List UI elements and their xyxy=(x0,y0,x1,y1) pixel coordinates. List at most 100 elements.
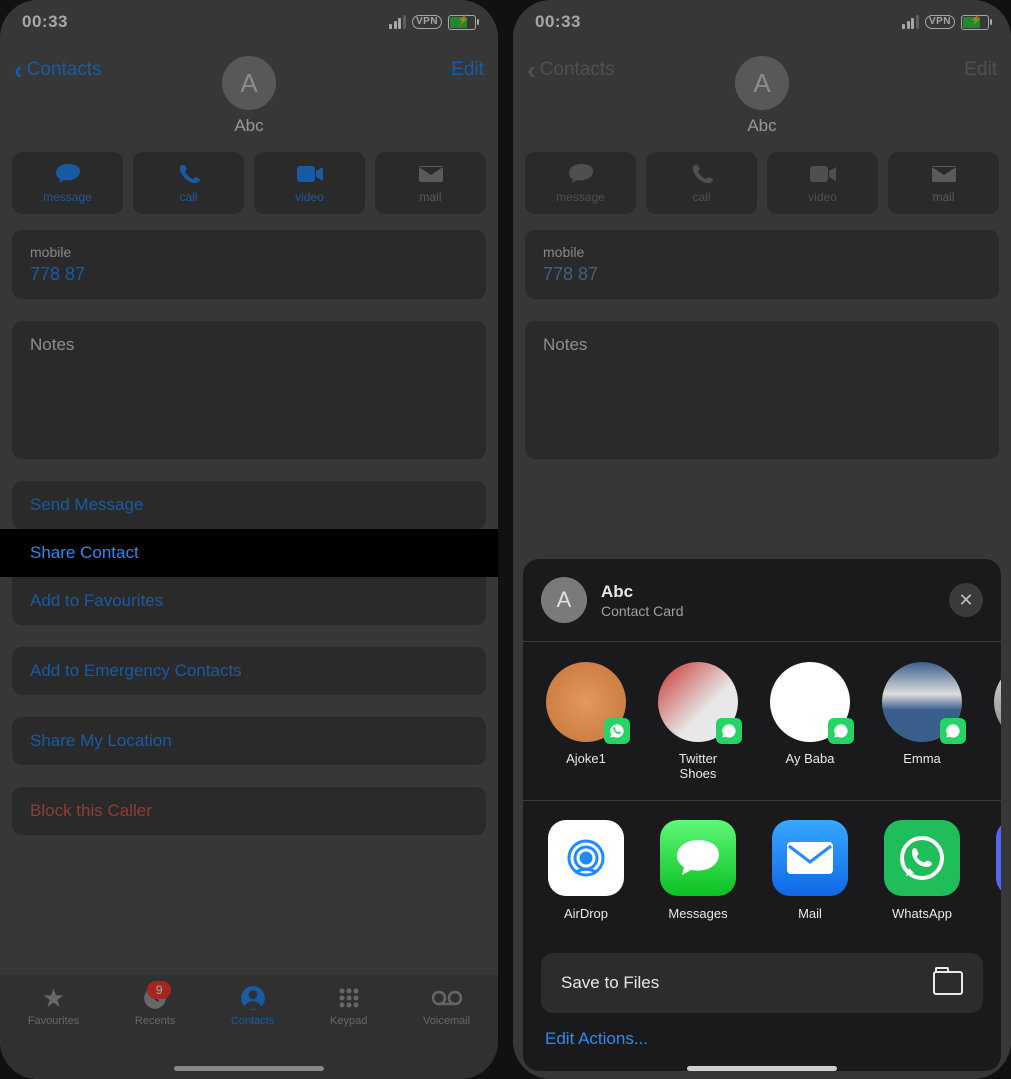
share-sheet-header: A Abc Contact Card ✕ xyxy=(523,559,1001,641)
share-person[interactable]: Ajoke1 xyxy=(545,662,627,782)
share-actions: Save to Files Edit Actions... xyxy=(523,939,1001,1071)
person-avatar xyxy=(658,662,738,742)
tab-recents[interactable]: 9 Recents xyxy=(135,985,175,1027)
battery-icon: ⚡ xyxy=(961,15,989,30)
person-circle-icon xyxy=(240,985,266,1011)
send-message-row[interactable]: Send Message xyxy=(12,481,486,529)
status-time: 00:33 xyxy=(22,12,68,32)
call-pill[interactable]: call xyxy=(133,152,244,214)
contact-avatar: A xyxy=(222,56,276,110)
share-people-row[interactable]: Ajoke1 Twitter Shoes Ay Baba Emma E A xyxy=(523,642,1001,800)
video-pill[interactable]: video xyxy=(254,152,365,214)
message-pill: message xyxy=(525,152,636,214)
actions-group-1b: Add to Favourites xyxy=(12,577,486,625)
share-person[interactable]: Twitter Shoes xyxy=(657,662,739,782)
share-app-messages[interactable]: Messages xyxy=(657,820,739,921)
edit-button[interactable]: Edit xyxy=(451,59,484,81)
folder-icon xyxy=(933,971,963,995)
recents-badge: 9 xyxy=(147,981,171,999)
phone-icon xyxy=(178,162,200,186)
share-apps-row[interactable]: AirDrop Messages Mail xyxy=(523,800,1001,939)
phone-type-label: mobile xyxy=(30,244,468,260)
back-button[interactable]: ‹ Contacts xyxy=(14,59,102,81)
battery-icon: ⚡ xyxy=(448,15,476,30)
status-time: 00:33 xyxy=(535,12,581,32)
phone-number-value: 778 87 xyxy=(543,264,981,285)
whatsapp-badge-icon xyxy=(604,718,630,744)
share-person[interactable]: Emma xyxy=(881,662,963,782)
notes-label: Notes xyxy=(525,321,999,459)
cellular-signal-icon xyxy=(389,15,406,29)
airdrop-icon xyxy=(548,820,624,896)
video-pill: video xyxy=(767,152,878,214)
notes-card: Notes xyxy=(525,321,999,459)
block-caller-row[interactable]: Block this Caller xyxy=(12,787,486,835)
voicemail-icon xyxy=(432,985,462,1011)
home-indicator[interactable] xyxy=(687,1066,837,1071)
save-to-files-row[interactable]: Save to Files xyxy=(541,953,983,1013)
tab-bar: ★ Favourites 9 Recents Contacts xyxy=(0,975,498,1079)
contact-name: Abc xyxy=(0,116,498,136)
whatsapp-badge-icon xyxy=(828,718,854,744)
vpn-badge-icon: VPN xyxy=(925,15,955,29)
tab-keypad[interactable]: Keypad xyxy=(330,985,367,1027)
share-person[interactable]: E A xyxy=(993,662,1001,782)
action-pills: message call video mail xyxy=(513,136,1011,230)
phone-number-card: mobile 778 87 xyxy=(525,230,999,299)
share-contact-row[interactable]: Share Contact xyxy=(0,529,498,577)
actions-group-3: Share My Location xyxy=(12,717,486,765)
person-avatar xyxy=(882,662,962,742)
whatsapp-badge-icon xyxy=(940,718,966,744)
add-to-emergency-row[interactable]: Add to Emergency Contacts xyxy=(12,647,486,695)
home-indicator[interactable] xyxy=(174,1066,324,1071)
status-bar: 00:33 VPN ⚡ xyxy=(513,0,1011,44)
vpn-badge-icon: VPN xyxy=(412,15,442,29)
keypad-icon xyxy=(337,985,361,1011)
person-avatar xyxy=(546,662,626,742)
call-pill: call xyxy=(646,152,757,214)
envelope-icon xyxy=(418,162,444,186)
share-app-airdrop[interactable]: AirDrop xyxy=(545,820,627,921)
video-camera-icon xyxy=(809,162,837,186)
share-app-more[interactable]: D xyxy=(993,820,1001,921)
share-app-whatsapp[interactable]: WhatsApp xyxy=(881,820,963,921)
cellular-signal-icon xyxy=(902,15,919,29)
edit-actions-button[interactable]: Edit Actions... xyxy=(541,1013,983,1049)
envelope-icon xyxy=(931,162,957,186)
phone-number-card[interactable]: mobile 778 87 xyxy=(12,230,486,299)
share-sheet: A Abc Contact Card ✕ Ajoke1 Twitter Shoe… xyxy=(523,559,1001,1071)
back-label: Contacts xyxy=(27,59,102,81)
notes-label: Notes xyxy=(12,321,486,459)
back-button: ‹ Contacts xyxy=(527,59,615,81)
phone-right: 00:33 VPN ⚡ ‹ Contacts Edit A Abc messag… xyxy=(513,0,1011,1079)
person-avatar xyxy=(770,662,850,742)
mail-app-icon xyxy=(772,820,848,896)
notes-card[interactable]: Notes xyxy=(12,321,486,459)
share-avatar: A xyxy=(541,577,587,623)
actions-group-1: Send Message xyxy=(12,481,486,529)
share-app-mail[interactable]: Mail xyxy=(769,820,851,921)
whatsapp-badge-icon xyxy=(716,718,742,744)
share-location-row[interactable]: Share My Location xyxy=(12,717,486,765)
action-pills: message call video mail xyxy=(0,136,498,230)
back-label: Contacts xyxy=(540,59,615,81)
whatsapp-app-icon xyxy=(884,820,960,896)
actions-group-2: Add to Emergency Contacts xyxy=(12,647,486,695)
app-icon xyxy=(996,820,1001,896)
mail-pill: mail xyxy=(375,152,486,214)
close-button[interactable]: ✕ xyxy=(949,583,983,617)
tab-voicemail[interactable]: Voicemail xyxy=(423,985,470,1027)
contact-name: Abc xyxy=(513,116,1011,136)
tab-contacts[interactable]: Contacts xyxy=(231,985,274,1027)
star-icon: ★ xyxy=(42,985,65,1011)
share-title: Abc xyxy=(601,582,683,602)
tab-favourites[interactable]: ★ Favourites xyxy=(28,985,79,1027)
message-pill[interactable]: message xyxy=(12,152,123,214)
edit-button: Edit xyxy=(964,59,997,81)
share-person[interactable]: Ay Baba xyxy=(769,662,851,782)
add-to-favourites-row[interactable]: Add to Favourites xyxy=(12,577,486,625)
phone-left: 00:33 VPN ⚡ ‹ Contacts Edit A Abc xyxy=(0,0,498,1079)
actions-group-4: Block this Caller xyxy=(12,787,486,835)
share-subtitle: Contact Card xyxy=(601,603,683,619)
video-camera-icon xyxy=(296,162,324,186)
